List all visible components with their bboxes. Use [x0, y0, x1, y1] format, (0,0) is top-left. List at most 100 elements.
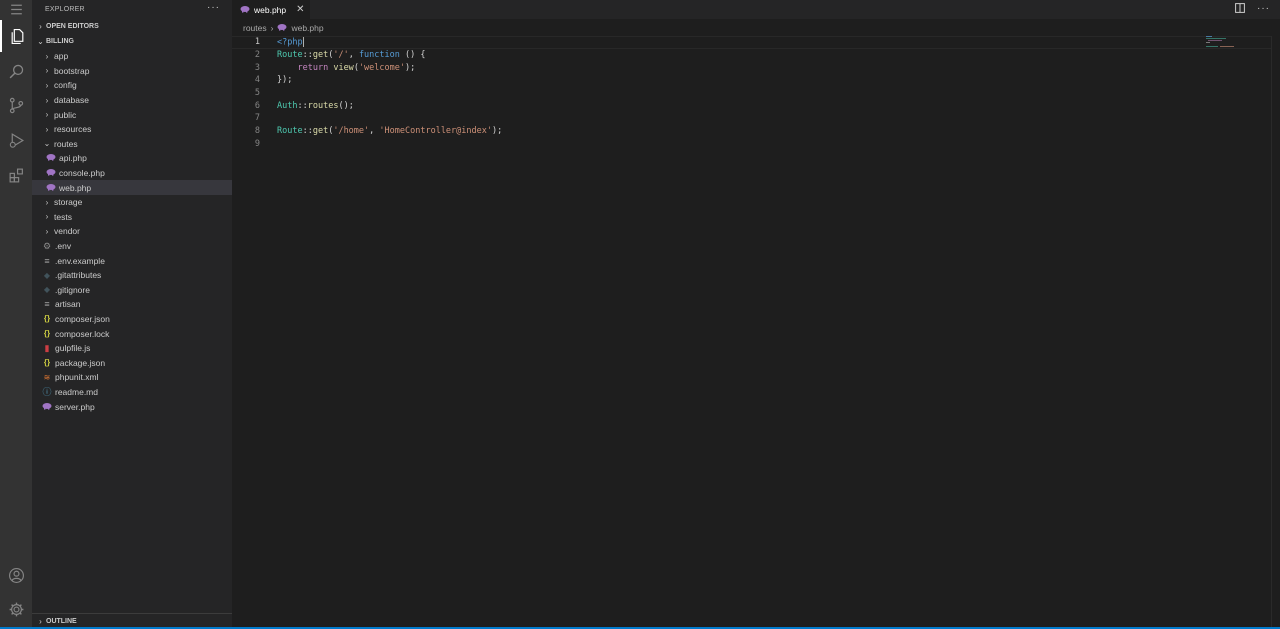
file-item[interactable]: ≡ artisan — [32, 297, 232, 312]
code-token: <?php — [277, 37, 303, 48]
tree-item-label: console.php — [59, 168, 105, 179]
tree-item-label: api.php — [59, 153, 87, 164]
json-braces-icon: {} — [43, 358, 51, 368]
run-debug-icon[interactable] — [0, 124, 32, 156]
source-control-icon[interactable] — [0, 89, 32, 121]
file-item[interactable]: console.php — [32, 166, 232, 181]
code-line[interactable]: 3 return view('welcome'); — [232, 61, 1280, 74]
line-number: 9 — [254, 138, 260, 149]
json-braces-icon: {} — [43, 329, 51, 339]
tree-item-label: gulpfile.js — [55, 343, 91, 354]
file-item[interactable]: {} package.json — [32, 355, 232, 370]
code-token: :: — [302, 126, 313, 137]
chevron-right-icon: › — [45, 212, 49, 222]
code-line[interactable]: 5 — [232, 87, 1280, 100]
breadcrumb-folder[interactable]: routes — [243, 23, 267, 33]
code-token: , — [348, 50, 359, 61]
explorer-header: EXPLORER ··· — [32, 0, 232, 18]
line-content: Route::get('/home', 'HomeController@inde… — [260, 126, 502, 136]
tree-item-label: composer.json — [55, 313, 110, 324]
chevron-right-icon: › — [45, 110, 49, 120]
file-item[interactable]: ◆ .gitignore — [32, 283, 232, 298]
tab-web-php[interactable]: web.php ✕ — [232, 0, 310, 19]
file-item[interactable]: ≋ phpunit.xml — [32, 370, 232, 385]
code-editor[interactable]: 1 <?php 2 Route::get('/', function () {3 re… — [232, 36, 1280, 150]
code-token: 'HomeController@index' — [379, 126, 492, 137]
file-item[interactable]: ⚙ .env — [32, 239, 232, 254]
code-line[interactable]: 1 <?php — [232, 36, 1280, 49]
tree-item-label: phpunit.xml — [55, 372, 99, 383]
search-icon[interactable] — [0, 55, 32, 87]
folder-item[interactable]: › app — [32, 49, 232, 64]
tree-item-label: readme.md — [55, 386, 98, 397]
line-content: Route::get('/', function () { — [260, 50, 425, 60]
files-icon[interactable] — [0, 20, 32, 52]
minimap[interactable] — [1206, 36, 1266, 50]
code-token: :: — [302, 50, 313, 61]
php-elephant-icon — [46, 168, 56, 178]
more-actions-icon[interactable]: ··· — [207, 2, 220, 13]
code-token: (); — [338, 100, 354, 111]
chevron-right-icon: › — [45, 66, 49, 76]
folder-item[interactable]: › public — [32, 107, 232, 122]
code-token: ); — [405, 62, 416, 73]
chevron-down-icon: ⌄ — [43, 139, 51, 149]
tab-label: web.php — [254, 4, 287, 15]
folder-item[interactable]: › bootstrap — [32, 64, 232, 79]
code-line[interactable]: 2 Route::get('/', function () { — [232, 49, 1280, 62]
text-lines-icon: ≡ — [44, 255, 50, 266]
extensions-icon[interactable] — [0, 159, 32, 191]
line-number: 1 — [254, 37, 260, 48]
file-item[interactable]: server.php — [32, 399, 232, 414]
tree-item-label: artisan — [55, 299, 81, 310]
code-line[interactable]: 9 — [232, 138, 1280, 151]
settings-gear-icon[interactable] — [0, 593, 32, 625]
tree-item-label: .gitignore — [55, 284, 90, 295]
folder-item[interactable]: › database — [32, 93, 232, 108]
open-editors-label: OPEN EDITORS — [46, 23, 99, 30]
project-section[interactable]: ⌄ BILLING — [32, 34, 232, 49]
tree-item-label: routes — [54, 138, 78, 149]
code-line[interactable]: 8 Route::get('/home', 'HomeController@ind… — [232, 125, 1280, 138]
menu-icon[interactable] — [0, 0, 32, 18]
line-number: 6 — [254, 100, 260, 111]
file-item[interactable]: ▮ gulpfile.js — [32, 341, 232, 356]
code-line[interactable]: 6 Auth::routes(); — [232, 99, 1280, 112]
account-icon[interactable] — [0, 559, 32, 591]
code-token: routes — [307, 100, 339, 111]
editor-area: web.php ✕ ··· routes › web.php 1 <?php 2 Ro… — [232, 0, 1280, 629]
tree-item-label: resources — [54, 124, 92, 135]
folder-item[interactable]: › tests — [32, 210, 232, 225]
line-content: }); — [260, 75, 292, 85]
split-editor-icon[interactable] — [1235, 3, 1245, 16]
chevron-right-icon: › — [45, 80, 49, 90]
code-line[interactable]: 4}); — [232, 74, 1280, 87]
file-item[interactable]: {} composer.json — [32, 312, 232, 327]
tree-item-label: .gitattributes — [55, 270, 102, 281]
folder-item[interactable]: › config — [32, 78, 232, 93]
editor-actions: ··· — [1235, 3, 1270, 16]
folder-item[interactable]: ⌄ routes — [32, 137, 232, 152]
file-item[interactable]: {} composer.lock — [32, 326, 232, 341]
file-item[interactable]: web.php — [32, 180, 232, 195]
close-icon[interactable]: ✕ — [296, 4, 304, 15]
more-actions-icon[interactable]: ··· — [1257, 3, 1270, 16]
line-content: <?php — [260, 37, 304, 48]
open-editors-section[interactable]: › OPEN EDITORS — [32, 19, 232, 34]
file-item[interactable]: ≡ .env.example — [32, 253, 232, 268]
folder-item[interactable]: › storage — [32, 195, 232, 210]
folder-item[interactable]: › vendor — [32, 224, 232, 239]
tree-item-label: .env.example — [55, 255, 105, 266]
tree-item-label: .env — [55, 241, 72, 252]
code-token: , — [369, 126, 380, 137]
php-elephant-icon — [277, 23, 287, 33]
vertical-scrollbar[interactable] — [1271, 36, 1280, 629]
chevron-right-icon: › — [45, 95, 49, 105]
breadcrumb-file[interactable]: web.php — [291, 23, 323, 33]
folder-item[interactable]: › resources — [32, 122, 232, 137]
file-item[interactable]: ◆ .gitattributes — [32, 268, 232, 283]
code-line[interactable]: 7 — [232, 112, 1280, 125]
file-item[interactable]: ⓘ readme.md — [32, 385, 232, 400]
file-item[interactable]: api.php — [32, 151, 232, 166]
